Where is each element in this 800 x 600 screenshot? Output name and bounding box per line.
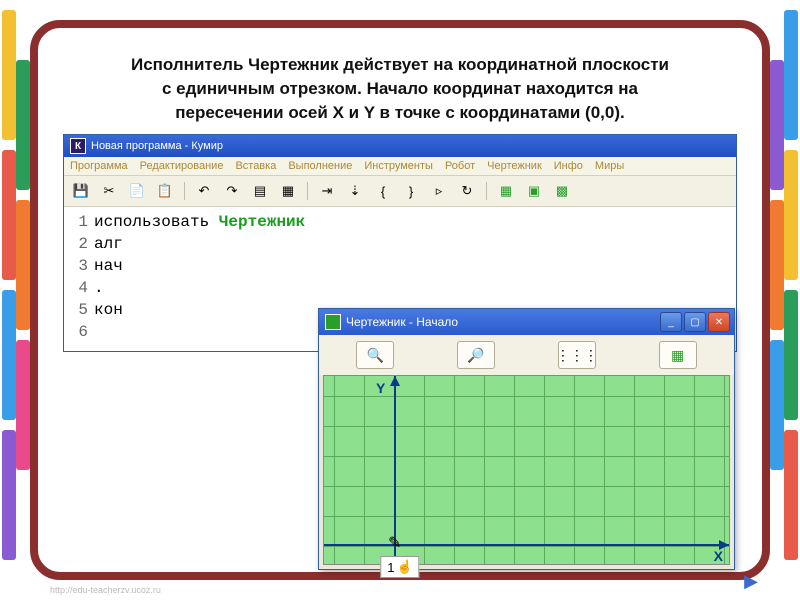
line-gutter: 1 2 3 4 5 6 — [64, 211, 94, 343]
heading-line-1: Исполнитель Чертежник действует на коорд… — [131, 55, 669, 74]
menu-run[interactable]: Выполнение — [288, 160, 352, 172]
toolbar: 💾 ✂ 📄 📋 ↶ ↷ ▤ ▦ ⇥ ⇣ { } ▹ ↻ ▦ ▣ ▩ — [64, 175, 736, 207]
loop-icon[interactable]: ↻ — [456, 180, 478, 202]
menu-tools[interactable]: Инструменты — [364, 160, 433, 172]
undo-icon[interactable]: ↶ — [193, 180, 215, 202]
draftsman-window: Чертежник - Начало _ ▢ ✕ 🔍 🔎 ⋮⋮⋮ ▦ — [318, 308, 735, 570]
menu-robot[interactable]: Робот — [445, 160, 475, 172]
heading-line-2: с единичным отрезком. Начало координат н… — [162, 79, 638, 98]
app-icon: К — [70, 138, 86, 154]
step-into-icon[interactable]: ⇥ — [316, 180, 338, 202]
menu-program[interactable]: Программа — [70, 160, 128, 172]
doc-icon[interactable]: ▤ — [249, 180, 271, 202]
ide-titlebar[interactable]: К Новая программа - Кумир — [64, 135, 736, 157]
paste-icon[interactable]: 📋 — [154, 180, 176, 202]
menu-worlds[interactable]: Миры — [595, 160, 624, 172]
fit-icon[interactable]: ▦ — [659, 341, 697, 369]
slide-number-badge: 1 ☝ — [380, 556, 419, 578]
grid1-icon[interactable]: ▦ — [495, 180, 517, 202]
grid3-icon[interactable]: ▩ — [551, 180, 573, 202]
code-line: . — [94, 277, 736, 299]
redo-icon[interactable]: ↷ — [221, 180, 243, 202]
code-line: использовать Чертежник — [94, 211, 736, 233]
pen-origin-icon: ✎ — [388, 533, 401, 553]
draftsman-app-icon — [325, 314, 341, 330]
slide-number: 1 — [387, 560, 394, 575]
draftsman-titlebar[interactable]: Чертежник - Начало _ ▢ ✕ — [319, 309, 734, 335]
run-icon[interactable]: ▹ — [428, 180, 450, 202]
slide-frame: Исполнитель Чертежник действует на коорд… — [30, 20, 770, 580]
code-line: нач — [94, 255, 736, 277]
save-icon[interactable]: 💾 — [70, 180, 92, 202]
code-line: алг — [94, 233, 736, 255]
menu-draftsman[interactable]: Чертежник — [487, 160, 542, 172]
separator — [307, 182, 308, 200]
window-title: Новая программа - Кумир — [91, 140, 223, 152]
draftsman-toolbar: 🔍 🔎 ⋮⋮⋮ ▦ — [319, 335, 734, 375]
separator — [184, 182, 185, 200]
menu-edit[interactable]: Редактирование — [140, 160, 224, 172]
copy-icon[interactable]: 📄 — [126, 180, 148, 202]
slide-heading: Исполнитель Чертежник действует на коорд… — [63, 53, 737, 124]
list-icon[interactable]: ▦ — [277, 180, 299, 202]
zoom-in-icon[interactable]: 🔍 — [356, 341, 394, 369]
menu-insert[interactable]: Вставка — [235, 160, 276, 172]
draftsman-title: Чертежник - Начало — [346, 315, 458, 329]
minimize-button[interactable]: _ — [660, 312, 682, 332]
brace-open-icon[interactable]: { — [372, 180, 394, 202]
grid-toggle-icon[interactable]: ⋮⋮⋮ — [558, 341, 596, 369]
close-button[interactable]: ✕ — [708, 312, 730, 332]
next-slide-button[interactable]: ▶ — [744, 571, 758, 592]
x-label: X — [714, 548, 723, 564]
menubar: Программа Редактирование Вставка Выполне… — [64, 157, 736, 175]
grid2-icon[interactable]: ▣ — [523, 180, 545, 202]
menu-info[interactable]: Инфо — [554, 160, 583, 172]
coordinate-canvas[interactable]: Y X ✎ — [323, 375, 730, 565]
y-arrow-icon — [390, 376, 400, 386]
footer-url: http://edu-teacherzv.ucoz.ru — [50, 585, 161, 595]
y-label: Y — [376, 380, 385, 396]
cut-icon[interactable]: ✂ — [98, 180, 120, 202]
maximize-button[interactable]: ▢ — [684, 312, 706, 332]
canvas-wrap: Y X ✎ — [319, 375, 734, 569]
zoom-out-icon[interactable]: 🔎 — [457, 341, 495, 369]
heading-line-3: пересечении осей X и Y в точке с координ… — [175, 103, 624, 122]
x-axis — [324, 544, 729, 546]
brace-close-icon[interactable]: } — [400, 180, 422, 202]
hand-cursor-icon: ☝ — [397, 559, 413, 575]
separator — [486, 182, 487, 200]
step-over-icon[interactable]: ⇣ — [344, 180, 366, 202]
